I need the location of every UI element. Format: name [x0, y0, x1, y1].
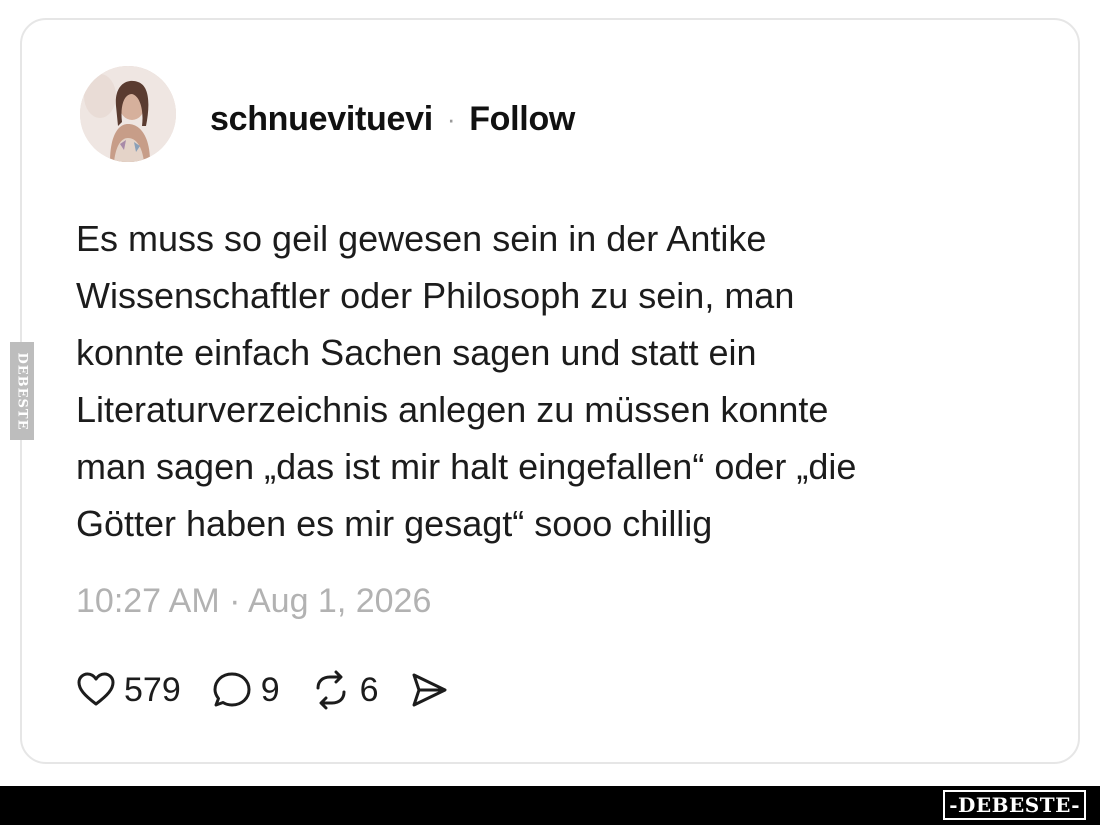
- post-text-line: Es muss so geil gewesen sein in der Anti…: [76, 218, 767, 259]
- repost-button[interactable]: 6: [310, 670, 379, 710]
- like-count: 579: [124, 670, 181, 709]
- repost-icon: [316, 670, 346, 710]
- reply-button[interactable]: 9: [211, 670, 280, 710]
- side-watermark-text: DEBESTE: [14, 351, 30, 431]
- header-separator: ·: [446, 104, 456, 134]
- post-timestamp[interactable]: 10:27 AM · Aug 1, 2026: [76, 582, 431, 621]
- post-text-line: Götter haben es mir gesagt“ sooo chillig: [76, 503, 713, 544]
- heart-icon: [77, 672, 115, 706]
- reply-count: 9: [260, 670, 280, 709]
- post-text-line: Literaturverzeichnis anlegen zu müssen k…: [76, 389, 829, 430]
- avatar[interactable]: [80, 66, 176, 162]
- post-text-line: Wissenschaftler oder Philosoph zu sein, …: [76, 275, 795, 316]
- repost-count: 6: [359, 670, 379, 709]
- side-watermark: DEBESTE: [10, 342, 34, 440]
- send-icon: [412, 673, 447, 707]
- share-button[interactable]: [409, 670, 457, 710]
- bottom-bar: -DEBESTE-: [0, 786, 1100, 825]
- speech-bubble-icon: [213, 672, 251, 707]
- post-text-line: konnte einfach Sachen sagen und statt ei…: [76, 332, 757, 373]
- follow-button[interactable]: Follow: [469, 100, 575, 139]
- post-header: schnuevituevi · Follow: [210, 100, 575, 139]
- post-text-line: man sagen „das ist mir halt eingefallen“…: [76, 446, 857, 487]
- like-button[interactable]: 579: [76, 670, 181, 710]
- username[interactable]: schnuevituevi: [210, 100, 433, 139]
- post-text: Es muss so geil gewesen sein in der Anti…: [76, 210, 1036, 552]
- post-card: schnuevituevi · Follow Es muss so geil g…: [20, 18, 1080, 764]
- action-bar: 579 9 6: [76, 670, 487, 710]
- bottom-watermark-logo: -DEBESTE-: [943, 790, 1086, 820]
